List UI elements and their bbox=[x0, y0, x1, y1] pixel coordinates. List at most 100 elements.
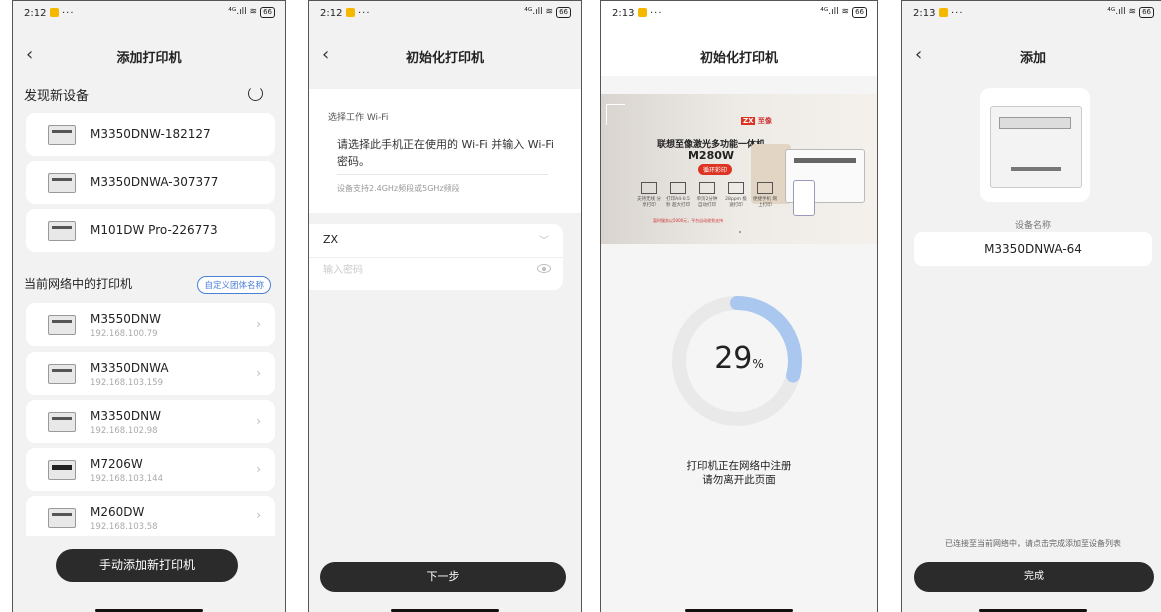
chevron-right-icon: › bbox=[256, 508, 261, 522]
chevron-right-icon: › bbox=[256, 461, 261, 476]
nav-bar: ‹ 添加打印机 bbox=[13, 41, 285, 71]
new-device-item[interactable]: M101DW Pro-226773 bbox=[26, 209, 275, 252]
more-notifications-icon: ··· bbox=[62, 8, 75, 19]
page-title: 添加 bbox=[1019, 51, 1046, 66]
wifi-instructions-card: 选择工作 Wi-Fi 请选择此手机正在使用的 Wi-Fi 并输入 Wi-Fi 密… bbox=[309, 89, 581, 213]
progress-value: 29% bbox=[714, 341, 764, 376]
divider bbox=[337, 174, 548, 175]
message-line: 请勿离开此页面 bbox=[702, 474, 776, 486]
more-notifications-icon: ··· bbox=[951, 8, 964, 19]
feature-icon bbox=[641, 182, 657, 194]
nav-bar: 初始化打印机 bbox=[601, 41, 877, 71]
printer-thumbnail bbox=[48, 173, 76, 193]
signal-wifi-battery: ⁴ᴳ.ıll ≋ 66 bbox=[820, 7, 867, 18]
printer-name: M3350DNW bbox=[90, 409, 161, 423]
ssid-select[interactable]: ZX bbox=[323, 233, 338, 246]
nav-bar: ‹ 添加 bbox=[902, 41, 1161, 71]
banner-footnote: 暂时服务以5000元，平台自动收到支持 bbox=[653, 218, 724, 223]
printer-ip: 192.168.102.98 bbox=[90, 426, 158, 436]
printer-name: M3550DNW bbox=[90, 312, 161, 326]
status-bar: 2:12 ··· ⁴ᴳ.ıll ≋ 66 bbox=[309, 1, 581, 25]
feature-icon bbox=[757, 182, 773, 194]
network-printer-item[interactable]: M3350DNW 192.168.102.98 › bbox=[26, 400, 275, 443]
network-printer-item[interactable]: M3550DNW 192.168.100.79 › bbox=[26, 303, 275, 346]
notification-icon bbox=[939, 8, 948, 17]
signal-wifi-battery: ⁴ᴳ.ıll ≋ 66 bbox=[524, 7, 571, 18]
new-device-item[interactable]: M3350DNW-182127 bbox=[26, 113, 275, 156]
signal-wifi-battery: ⁴ᴳ.ıll ≋ 66 bbox=[228, 7, 275, 18]
printer-ip: 192.168.103.144 bbox=[90, 474, 164, 484]
signal-icon: ⁴ᴳ.ıll bbox=[524, 7, 543, 17]
feature-item: 便捷手机 网上打印 bbox=[753, 182, 777, 208]
done-button[interactable]: 完成 bbox=[914, 562, 1154, 592]
status-bar: 2:13 ··· ⁴ᴳ.ıll ≋ 66 bbox=[902, 1, 1161, 25]
signal-wifi-battery: ⁴ᴳ.ıll ≋ 66 bbox=[1107, 7, 1154, 18]
connection-note: 已连接至当前网络中，请点击完成添加至设备列表 bbox=[945, 539, 1121, 548]
feature-item: 单页2分钟 自动打印 bbox=[695, 182, 719, 208]
eye-icon[interactable] bbox=[537, 264, 551, 273]
network-printer-item[interactable]: M260DW 192.168.103.58 › bbox=[26, 496, 275, 536]
network-printer-item[interactable]: M3350DNWA 192.168.103.159 › bbox=[26, 352, 275, 395]
wifi-band-note: 设备支持2.4GHz频段或5GHz频段 bbox=[337, 184, 460, 193]
printer-thumbnail bbox=[48, 125, 76, 145]
page-title: 添加打印机 bbox=[116, 51, 182, 66]
printer-ip: 192.168.103.159 bbox=[90, 378, 164, 388]
feature-icon bbox=[728, 182, 744, 194]
printer-illustration bbox=[990, 106, 1082, 188]
nav-bar: ‹ 初始化打印机 bbox=[309, 41, 581, 71]
battery-icon: 66 bbox=[556, 7, 571, 18]
network-printer-item[interactable]: M7206W 192.168.103.144 › bbox=[26, 448, 275, 491]
wifi-icon: ≋ bbox=[249, 7, 258, 17]
battery-icon: 66 bbox=[1139, 7, 1154, 18]
refresh-icon[interactable] bbox=[248, 86, 263, 101]
device-name-label: 设备名称 bbox=[1014, 221, 1051, 231]
divider bbox=[309, 257, 563, 258]
wifi-icon: ≋ bbox=[841, 7, 850, 17]
device-name: M3350DNWA-307377 bbox=[90, 175, 219, 189]
status-time: 2:13 bbox=[612, 8, 635, 19]
chevron-right-icon: › bbox=[256, 413, 261, 428]
feature-item: 打印A4-0.5秒 超大打印 bbox=[666, 182, 690, 208]
feature-item: 支持无线 分享打印 bbox=[637, 182, 661, 208]
printer-thumbnail bbox=[48, 412, 76, 432]
feature-item: 28ppm 极速打印 bbox=[724, 182, 748, 208]
device-name-field[interactable]: M3350DNWA-64 bbox=[914, 232, 1152, 266]
signal-icon: ⁴ᴳ.ıll bbox=[820, 7, 839, 17]
registration-message: 打印机正在网络中注册 请勿离开此页面 bbox=[601, 459, 877, 487]
wifi-form: ZX ﹀ bbox=[309, 224, 563, 290]
chevron-right-icon: › bbox=[256, 316, 261, 331]
custom-community-name-button[interactable]: 自定义团体名称 bbox=[197, 276, 271, 294]
device-name: M101DW Pro-226773 bbox=[90, 223, 218, 237]
feature-icon bbox=[670, 182, 686, 194]
carousel-dot bbox=[739, 231, 741, 233]
printer-image bbox=[980, 88, 1090, 202]
phone-screen-add-printer: 2:12 ··· ⁴ᴳ.ıll ≋ 66 ‹ 添加打印机 发现新设备 M3350D… bbox=[12, 0, 286, 612]
phone-screen-add-done: 2:13 ··· ⁴ᴳ.ıll ≋ 66 ‹ 添加 设备名称 M3350DNWA-… bbox=[901, 0, 1161, 612]
new-device-item[interactable]: M3350DNWA-307377 bbox=[26, 161, 275, 204]
printer-name: M3350DNWA bbox=[90, 361, 169, 375]
feature-icon bbox=[699, 182, 715, 194]
page-title: 初始化打印机 bbox=[405, 51, 484, 66]
network-printers-header: 当前网络中的打印机 bbox=[24, 277, 133, 291]
phone-screen-init-progress: 2:13 ··· ⁴ᴳ.ıll ≋ 66 初始化打印机 ZX 至像 联想至像激光多… bbox=[600, 0, 878, 612]
battery-icon: 66 bbox=[852, 7, 867, 18]
wifi-section-label: 选择工作 Wi-Fi bbox=[328, 113, 389, 123]
notification-icon bbox=[50, 8, 59, 17]
next-button[interactable]: 下一步 bbox=[320, 562, 566, 592]
manual-add-printer-button[interactable]: 手动添加新打印机 bbox=[56, 549, 238, 582]
notification-icon bbox=[346, 8, 355, 17]
page-title: 初始化打印机 bbox=[699, 51, 778, 66]
password-input[interactable] bbox=[321, 264, 495, 277]
status-bar: 2:13 ··· ⁴ᴳ.ıll ≋ 66 bbox=[601, 1, 877, 25]
printer-thumbnail bbox=[48, 315, 76, 335]
banner-tag: 循环彩印 bbox=[698, 164, 733, 175]
product-banner: ZX 至像 联想至像激光多功能一体机 M280W 循环彩印 支持无线 分享打印 … bbox=[601, 94, 877, 244]
message-line: 打印机正在网络中注册 bbox=[686, 460, 792, 472]
printer-thumbnail bbox=[48, 221, 76, 241]
status-time: 2:13 bbox=[913, 8, 936, 19]
wifi-icon: ≋ bbox=[1128, 7, 1137, 17]
chevron-down-icon[interactable]: ﹀ bbox=[539, 232, 549, 247]
printer-thumbnail bbox=[48, 508, 76, 528]
printer-name: M7206W bbox=[90, 457, 143, 471]
more-notifications-icon: ··· bbox=[358, 8, 371, 19]
